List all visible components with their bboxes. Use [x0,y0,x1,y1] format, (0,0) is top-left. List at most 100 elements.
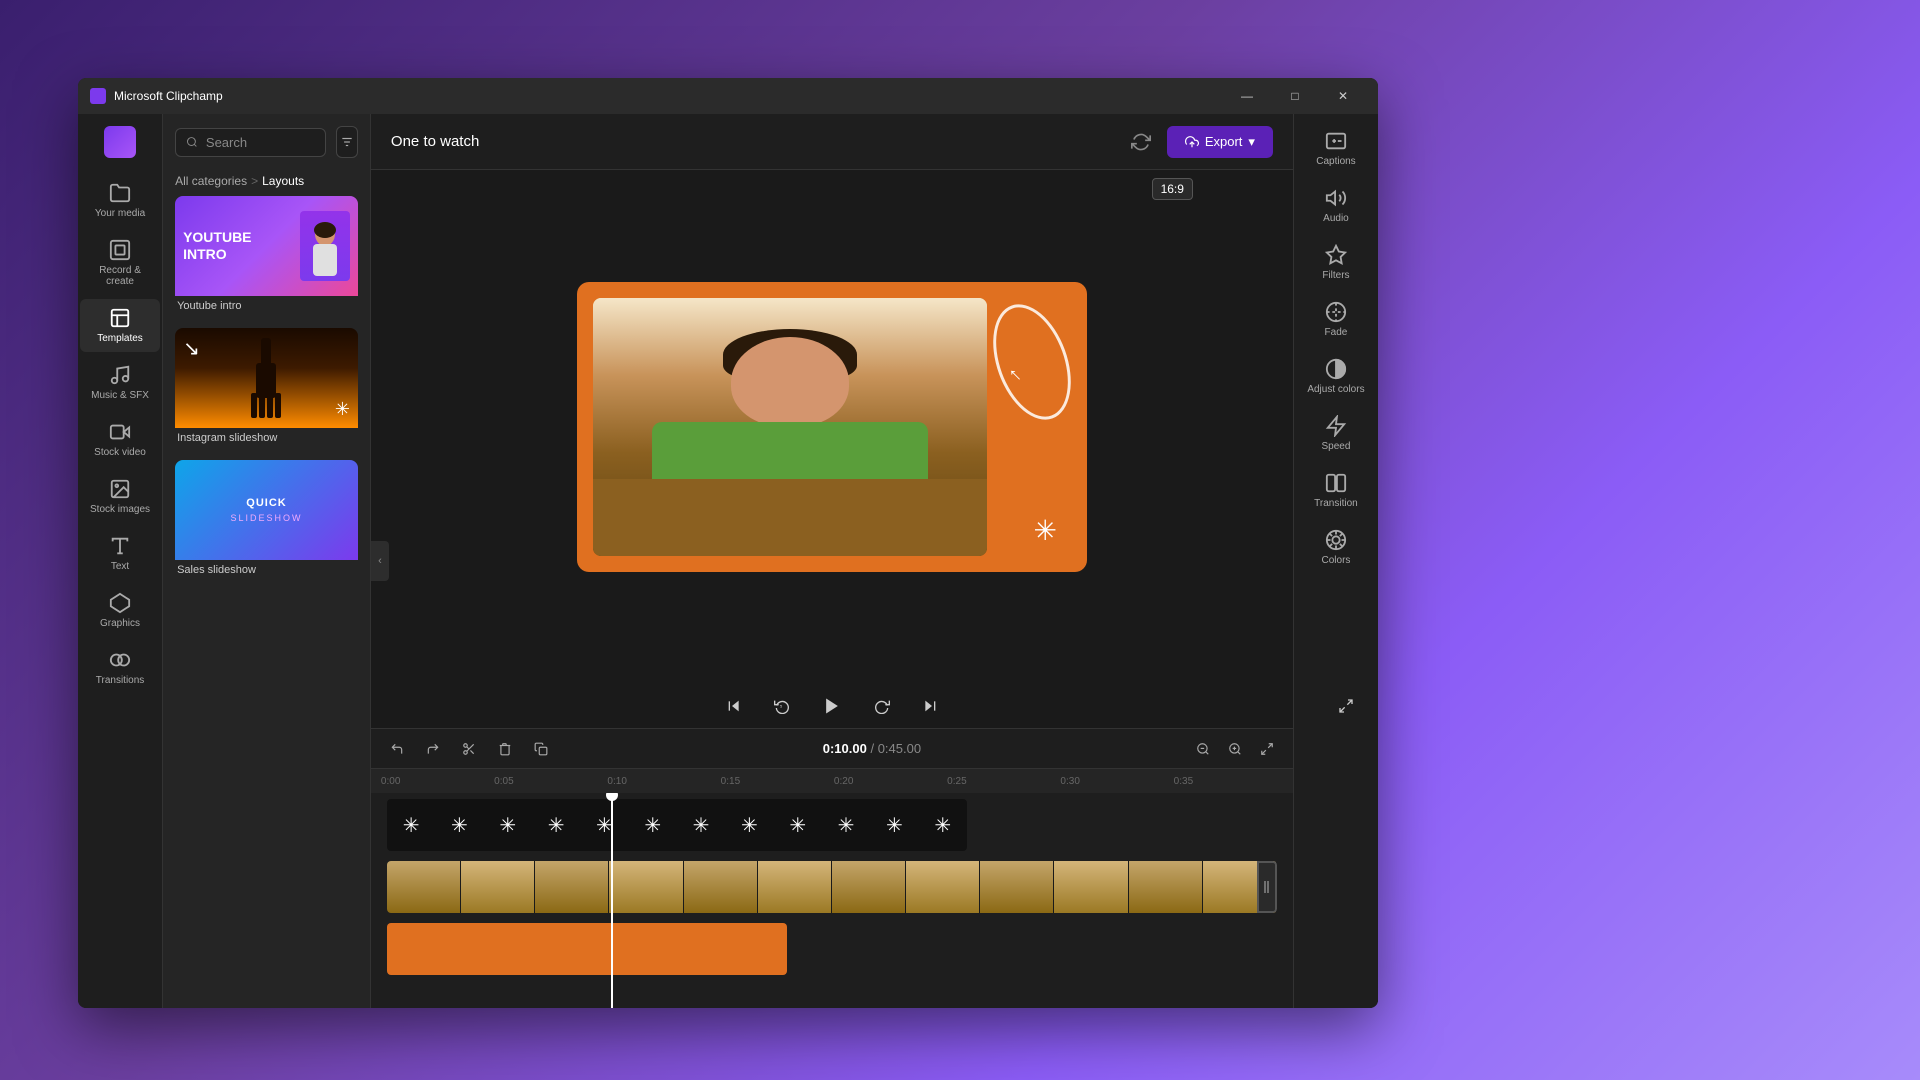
text-icon [109,535,131,557]
redo-button[interactable] [419,735,447,763]
search-input[interactable] [206,135,315,150]
rewind-button[interactable]: 5 [766,690,798,722]
copy-icon [534,742,548,756]
person-illustration [593,298,987,556]
skip-to-start-button[interactable] [718,690,750,722]
timeline-area: 0:10.00 / 0:45.00 [371,728,1293,1008]
ruler-mark-6: 0:30 [1058,776,1171,787]
ruler-mark-2: 0:10 [605,776,718,787]
export-button[interactable]: Export ▾ [1167,126,1273,158]
sync-icon[interactable] [1127,128,1155,156]
fullscreen-button[interactable] [1330,690,1362,722]
delete-button[interactable] [491,735,519,763]
time-display: 0:10.00 / 0:45.00 [563,741,1181,756]
sidebar-item-stock-video[interactable]: Stock video [80,413,160,466]
record-icon [109,239,131,261]
right-item-label: Adjust colors [1307,384,1364,395]
aspect-ratio-badge[interactable]: 16:9 [1152,178,1193,200]
ruler-marks: 0:00 0:05 0:10 0:15 0:20 0:25 0:30 0:35 [379,776,1285,787]
sidebar-item-label: Your media [95,208,145,219]
right-item-fade[interactable]: Fade [1296,293,1376,346]
right-item-label: Filters [1322,270,1349,281]
video-thumbnails [387,861,1277,913]
ruler-mark-7: 0:35 [1172,776,1285,787]
preview-area: ✳ ← 16:9 [371,170,1293,684]
sidebar-item-graphics[interactable]: Graphics [80,584,160,637]
panel-search-area [163,114,370,170]
video-track [387,861,1277,921]
copy-button[interactable] [527,735,555,763]
right-item-adjust-colors[interactable]: Adjust colors [1296,350,1376,403]
zoom-in-button[interactable] [1221,735,1249,763]
sidebar-item-stock-images[interactable]: Stock images [80,470,160,523]
right-item-colors[interactable]: Colors [1296,521,1376,574]
expand-button[interactable] [1253,735,1281,763]
right-item-label: Fade [1325,327,1348,338]
sidebar-item-music-sfx[interactable]: Music & SFX [80,356,160,409]
maximize-button[interactable]: □ [1272,78,1318,114]
panel-collapse-button[interactable]: ‹ [371,541,389,581]
star-6: ✳ [644,813,661,838]
video-inner-frame [593,298,987,556]
lower-track-content[interactable] [387,923,787,975]
sidebar-item-transitions[interactable]: Transitions [80,641,160,694]
overlay-track-content[interactable]: ✳ ✳ ✳ ✳ ✳ ✳ ✳ ✳ ✳ ✳ ✳ ✳ [387,799,967,851]
star-3: ✳ [499,813,516,838]
zoom-out-icon [1196,742,1210,756]
template-card-ig-slideshow[interactable]: ↘ ✳ I [175,328,358,448]
sidebar-item-your-media[interactable]: Your media [80,174,160,227]
right-item-speed[interactable]: Speed [1296,407,1376,460]
skip-end-icon [922,698,938,714]
upload-icon [1185,135,1199,149]
minimize-button[interactable]: — [1224,78,1270,114]
star-7: ✳ [693,813,710,838]
template-card-sales-slideshow[interactable]: QUICK SLIDESHOW Sales slideshow [175,460,358,580]
video-track-content[interactable] [387,861,1277,913]
star-9: ✳ [789,813,806,838]
folder-icon [109,182,131,204]
table [593,479,987,556]
star-1: ✳ [403,813,420,838]
overlay-track: ✳ ✳ ✳ ✳ ✳ ✳ ✳ ✳ ✳ ✳ ✳ ✳ [387,799,1277,859]
right-item-transition[interactable]: Transition [1296,464,1376,517]
zoom-out-button[interactable] [1189,735,1217,763]
sidebar-item-label: Text [111,561,129,572]
template-thumb-yt-intro: YOUTUBEINTRO [175,196,358,296]
star-8: ✳ [741,813,758,838]
right-item-filters[interactable]: Filters [1296,236,1376,289]
cut-button[interactable] [455,735,483,763]
ruler-mark-0: 0:00 [379,776,492,787]
sidebar-logo [80,122,160,162]
sidebar-item-templates[interactable]: Templates [80,299,160,352]
trim-handle[interactable] [1257,861,1277,913]
right-item-audio[interactable]: Audio [1296,179,1376,232]
sidebar-item-label: Stock images [90,504,150,515]
right-item-label: Audio [1323,213,1349,224]
thumb-4 [609,861,683,913]
close-button[interactable]: ✕ [1320,78,1366,114]
arrow-decoration: ← [1002,358,1032,388]
search-box[interactable] [175,128,326,157]
skip-to-end-button[interactable] [914,690,946,722]
music-icon [109,364,131,386]
sidebar-item-label: Transitions [96,675,145,686]
sidebar-item-record-create[interactable]: Record & create [80,231,160,295]
filter-button[interactable] [336,126,358,158]
trim-handle-icon [1263,879,1271,895]
sidebar-item-label: Music & SFX [91,390,149,401]
right-item-captions[interactable]: Captions [1296,122,1376,175]
undo-button[interactable] [383,735,411,763]
playhead[interactable] [611,793,613,1008]
thumb-7 [832,861,906,913]
play-button[interactable] [814,688,850,724]
breadcrumb-parent[interactable]: All categories [175,174,247,188]
forward-button[interactable] [866,690,898,722]
template-card-yt-intro[interactable]: YOUTUBEINTRO Youtube intro [175,196,358,316]
template-label-sales-slideshow: Sales slideshow [175,560,358,580]
fullscreen-icon [1338,698,1354,714]
ruler-mark-4: 0:20 [832,776,945,787]
sidebar-item-text[interactable]: Text [80,527,160,580]
template-thumb-ig-slideshow: ↘ ✳ [175,328,358,428]
yt-intro-text: YOUTUBEINTRO [183,229,251,263]
filter-icon [340,135,354,149]
